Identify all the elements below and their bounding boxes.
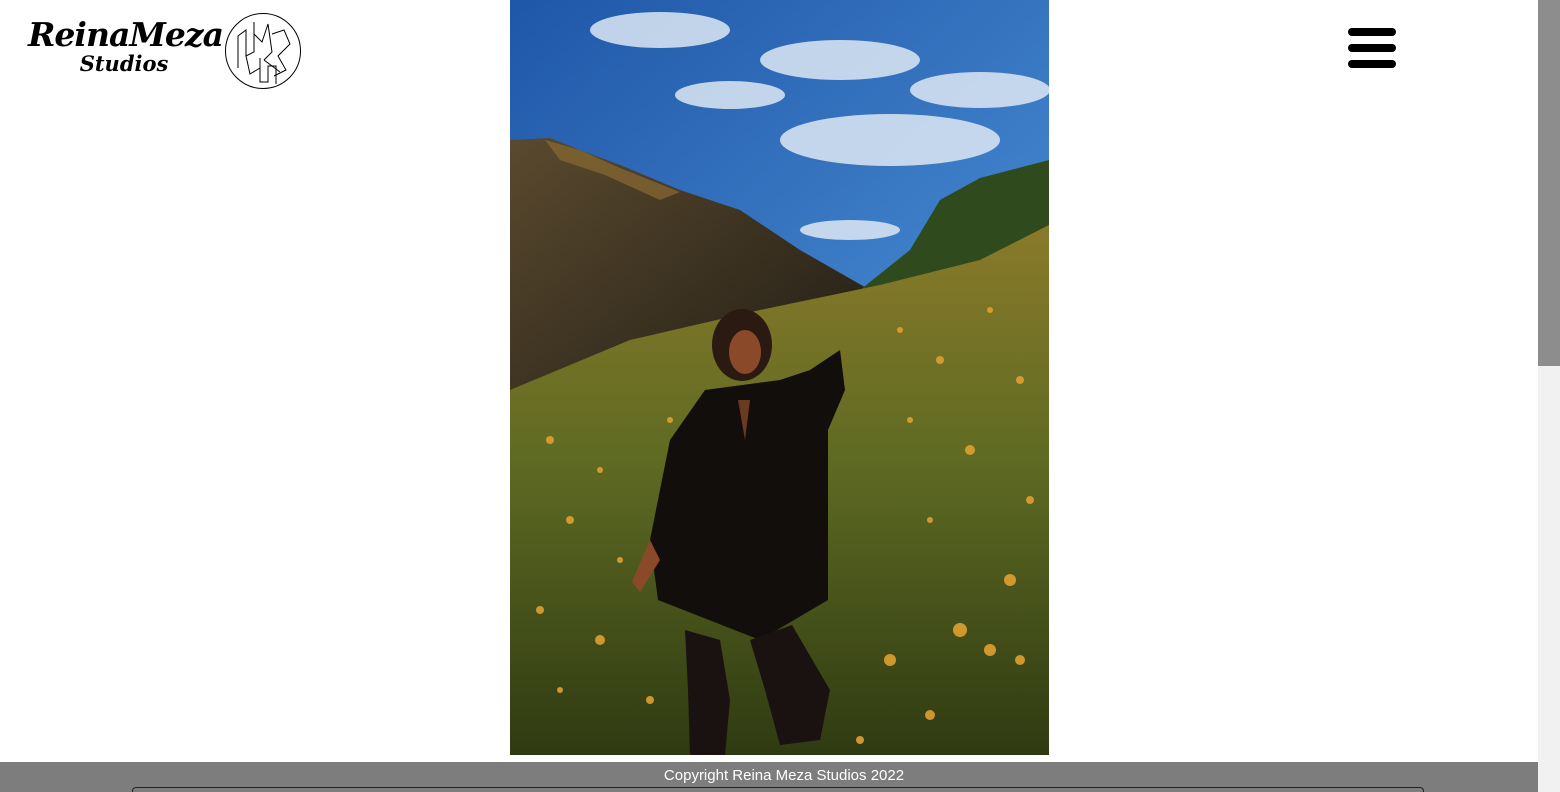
logo-wordmark: ReinaMeza Studios [28, 15, 224, 76]
page: ReinaMeza Studios Copyright Reina Meza S… [0, 0, 1560, 792]
footer-bar-outline [132, 787, 1424, 792]
hamburger-menu-button[interactable] [1346, 26, 1398, 72]
site-logo[interactable]: ReinaMeza Studios [28, 12, 304, 92]
footer: Copyright Reina Meza Studios 2022 [0, 762, 1538, 792]
footer-copyright: Copyright Reina Meza Studios 2022 [663, 767, 905, 784]
portrait-photo [510, 0, 1049, 755]
hamburger-icon-bar [1348, 60, 1396, 68]
photo-illustration [510, 0, 1049, 755]
vertical-scrollbar[interactable] [1538, 0, 1560, 792]
geometric-monogram-icon [225, 13, 301, 89]
hamburger-icon [1348, 28, 1396, 36]
logo-title: ReinaMeza [28, 15, 224, 54]
scrollbar-thumb[interactable] [1538, 0, 1560, 366]
logo-subtitle: Studios [79, 51, 169, 76]
hamburger-icon-bar [1348, 44, 1396, 52]
